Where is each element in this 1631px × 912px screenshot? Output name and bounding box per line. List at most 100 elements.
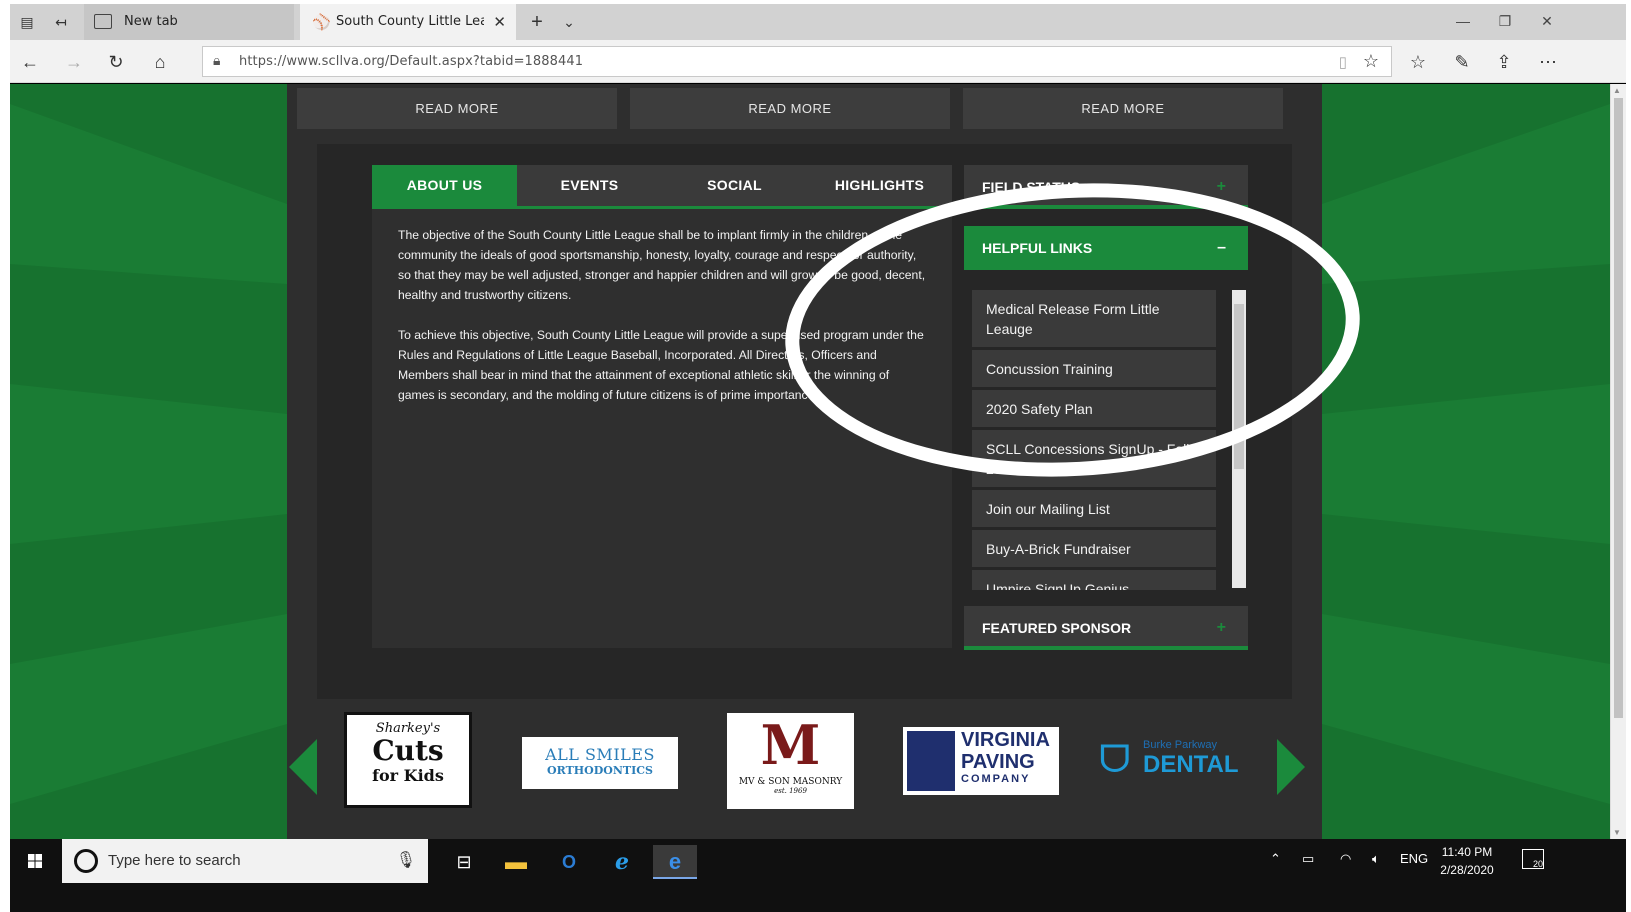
sponsor-text: Burke Parkway: [1143, 739, 1217, 751]
microphone-icon[interactable]: 🎙︎: [396, 850, 416, 870]
scroll-up-icon[interactable]: ▲: [1613, 86, 1621, 95]
browser-window: ▤ ↤ New tab ⚾ South County Little League…: [10, 4, 1626, 912]
about-tabs-box: ABOUT US EVENTS SOCIAL HIGHLIGHTS The ob…: [372, 165, 952, 648]
helpful-link[interactable]: Medical Release Form Little Leauge: [972, 290, 1216, 347]
show-hidden-icons-icon[interactable]: ⌃: [1270, 851, 1281, 867]
read-more-button[interactable]: READ MORE: [963, 88, 1283, 129]
sponsor-logo-sharkeys[interactable]: Sharkey's Cuts for Kids: [344, 712, 472, 808]
reading-view-icon[interactable]: ▯: [1339, 53, 1347, 71]
search-placeholder: Type here to search: [108, 852, 241, 869]
favorites-icon[interactable]: ☆: [1404, 49, 1432, 75]
sponsor-text: PAVING: [961, 751, 1035, 773]
language-indicator[interactable]: ENG: [1400, 851, 1428, 866]
new-tab-plus-icon[interactable]: +: [526, 12, 548, 32]
page-scroll-thumb[interactable]: [1614, 98, 1623, 718]
set-aside-tabs-icon[interactable]: ↤: [50, 12, 72, 32]
share-icon[interactable]: ⇪: [1490, 49, 1518, 75]
clock-date: 2/28/2020: [1440, 863, 1494, 877]
sponsor-text: VIRGINIA: [961, 729, 1050, 751]
site-favicon-icon: ⚾: [312, 13, 331, 31]
taskbar-search[interactable]: Type here to search 🎙︎: [62, 839, 428, 883]
helpful-link[interactable]: SCLL Concessions SignUp - Fall 2019: [972, 430, 1216, 487]
read-more-row: READ MORE READ MORE READ MORE: [287, 84, 1322, 144]
action-center-icon[interactable]: 20: [1522, 849, 1544, 869]
tab-actions-icon[interactable]: ▤: [16, 12, 38, 32]
content-column: READ MORE READ MORE READ MORE ABOUT US E…: [287, 84, 1322, 839]
page-scrollbar[interactable]: ▲ ▼: [1610, 84, 1626, 839]
featured-sponsor-header[interactable]: FEATURED SPONSOR +: [964, 606, 1248, 650]
sponsor-text: DENTAL: [1143, 751, 1239, 778]
featured-sponsor-widget: FEATURED SPONSOR +: [964, 606, 1248, 650]
tab-highlights[interactable]: HIGHLIGHTS: [807, 165, 952, 206]
internet-explorer-icon[interactable]: e: [600, 845, 644, 879]
sponsor-logo-mv-son[interactable]: M MV & SON MASONRY est. 1969: [727, 713, 854, 809]
read-more-button[interactable]: READ MORE: [630, 88, 950, 129]
widget-title: FEATURED SPONSOR: [982, 620, 1132, 636]
task-view-icon[interactable]: ⊟: [442, 845, 486, 879]
clock-time: 11:40 PM: [1441, 845, 1493, 859]
sponsor-logo-virginia-paving[interactable]: VIRGINIA PAVING COMPANY: [903, 727, 1059, 795]
sponsor-logo-burke-dental[interactable]: ᗜ Burke Parkway DENTAL: [1099, 735, 1249, 789]
field-status-widget: FIELD STATUS +: [964, 165, 1248, 209]
back-arrow-icon[interactable]: ←: [16, 49, 44, 75]
helpful-links-header[interactable]: HELPFUL LINKS –: [964, 226, 1248, 270]
clock[interactable]: 11:40 PM 2/28/2020: [1432, 843, 1502, 879]
links-scrollbar[interactable]: [1232, 290, 1246, 588]
tab-new-tab[interactable]: New tab: [84, 4, 294, 40]
tab-title: New tab: [124, 14, 178, 29]
more-menu-icon[interactable]: ⋯: [1534, 49, 1562, 75]
tab-social[interactable]: SOCIAL: [662, 165, 807, 206]
tab-south-county[interactable]: ⚾ South County Little League ✕: [300, 4, 516, 40]
new-tab-page-icon: [94, 14, 112, 29]
tab-strip: ABOUT US EVENTS SOCIAL HIGHLIGHTS: [372, 165, 952, 209]
links-scroll-thumb[interactable]: [1234, 304, 1244, 469]
volume-icon[interactable]: 🔈︎: [1372, 851, 1380, 867]
notes-pen-icon[interactable]: ✎: [1448, 49, 1476, 75]
collapse-minus-icon[interactable]: –: [1217, 226, 1226, 270]
expand-plus-icon[interactable]: +: [1217, 165, 1226, 209]
web-page: READ MORE READ MORE READ MORE ABOUT US E…: [10, 84, 1626, 839]
tab-preview-chevron-icon[interactable]: ⌄: [558, 12, 580, 32]
cortana-icon: [74, 849, 98, 873]
refresh-icon[interactable]: ↻: [102, 49, 130, 75]
field-status-header[interactable]: FIELD STATUS +: [964, 165, 1248, 209]
favorite-star-icon[interactable]: ☆: [1363, 51, 1379, 72]
restore-icon[interactable]: ❐: [1490, 10, 1520, 32]
sponsor-text: ORTHODONTICS: [547, 764, 653, 777]
sponsor-logo-all-smiles[interactable]: ALL SMILES ORTHODONTICS: [522, 737, 678, 789]
carousel-prev-arrow-icon[interactable]: [289, 739, 317, 795]
read-more-button[interactable]: READ MORE: [297, 88, 617, 129]
battery-icon[interactable]: ▭: [1302, 851, 1314, 867]
paving-emblem-icon: [907, 731, 955, 791]
sponsor-text: for Kids: [372, 766, 444, 785]
sponsor-carousel: Sharkey's Cuts for Kids ALL SMILES ORTHO…: [287, 699, 1322, 825]
wifi-icon[interactable]: ◠: [1340, 851, 1351, 867]
helpful-link[interactable]: Buy-A-Brick Fundraiser: [972, 530, 1216, 567]
widget-title: HELPFUL LINKS: [982, 240, 1093, 256]
about-paragraph: To achieve this objective, South County …: [398, 328, 924, 402]
helpful-link[interactable]: Concussion Training: [972, 350, 1216, 387]
helpful-link[interactable]: 2020 Safety Plan: [972, 390, 1216, 427]
home-icon[interactable]: ⌂: [146, 49, 174, 75]
helpful-link[interactable]: Umpire SignUp Genius: [972, 570, 1216, 590]
url-field[interactable]: 🔒︎ https://www.scllva.org/Default.aspx?t…: [202, 46, 1392, 77]
outlook-icon[interactable]: O: [547, 845, 591, 879]
tab-title: South County Little League: [336, 14, 484, 29]
carousel-next-arrow-icon[interactable]: [1277, 739, 1305, 795]
windows-start-icon[interactable]: [20, 847, 50, 875]
file-explorer-icon[interactable]: ▬: [494, 845, 538, 879]
expand-plus-icon[interactable]: +: [1217, 606, 1226, 650]
tab-events[interactable]: EVENTS: [517, 165, 662, 206]
tab-about-us[interactable]: ABOUT US: [372, 165, 517, 206]
tab-bar: ▤ ↤ New tab ⚾ South County Little League…: [10, 4, 1626, 40]
widget-title: FIELD STATUS: [982, 179, 1081, 195]
scroll-down-icon[interactable]: ▼: [1613, 828, 1621, 837]
edge-icon[interactable]: e: [653, 845, 697, 879]
helpful-link[interactable]: Join our Mailing List: [972, 490, 1216, 527]
minimize-icon[interactable]: —: [1448, 10, 1478, 32]
sponsor-text: COMPANY: [961, 773, 1031, 785]
close-window-icon[interactable]: ✕: [1532, 10, 1562, 32]
close-tab-icon[interactable]: ✕: [493, 4, 506, 40]
notification-count: 20: [1532, 859, 1543, 869]
forward-arrow-icon[interactable]: →: [60, 49, 88, 75]
